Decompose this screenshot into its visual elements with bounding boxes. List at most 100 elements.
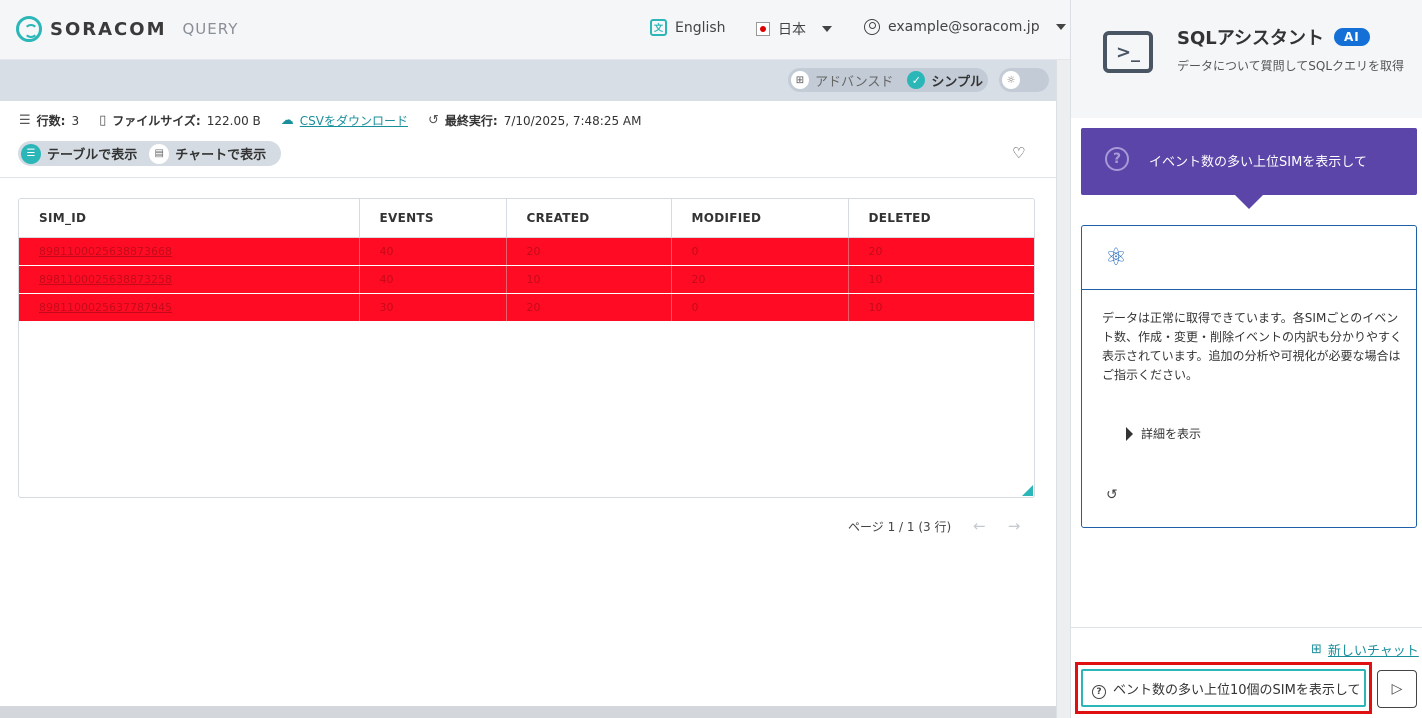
mode-simple-option[interactable]: ✓ シンプル [907, 71, 983, 90]
new-chat-link[interactable]: ⊞ 新しいチャット [1311, 640, 1419, 659]
show-details-toggle[interactable]: 詳細を表示 [1126, 425, 1201, 442]
heart-icon[interactable]: ♡ [1012, 144, 1025, 162]
cloud-download-icon: ☁ [280, 113, 294, 128]
table-cell: 20 [848, 237, 1034, 266]
main-area: SORACOM QUERY 文 English 日本 example@sorac… [0, 0, 1070, 718]
mode-toggle[interactable]: ⊞ アドバンスド ✓ シンプル [788, 68, 988, 92]
last-run: ↺ 最終実行: 7/10/2025, 7:48:25 AM [428, 112, 642, 129]
atom-icon: ⚛ [1105, 243, 1127, 271]
sun-icon: ☼ [1002, 71, 1020, 89]
caret-right-icon [1126, 426, 1133, 441]
file-icon: ▯ [99, 113, 107, 128]
chevron-down-icon [822, 26, 832, 32]
table-cell: 0 [671, 237, 849, 266]
vertical-scrollbar[interactable] [1056, 60, 1070, 718]
assistant-title: SQLアシスタント AI [1177, 24, 1370, 50]
language-label: English [675, 19, 726, 36]
bubble-tail [1235, 195, 1263, 209]
sql-assistant-panel: >_ SQLアシスタント AI データについて質問してSQLクエリを取得 ? イ… [1070, 0, 1422, 718]
logo-text: SORACOM [50, 18, 167, 40]
chevron-down-icon [1055, 24, 1066, 30]
product-label: QUERY [182, 20, 239, 38]
table-cell: 40 [359, 265, 507, 294]
question-icon: ? [1105, 147, 1129, 171]
language-selector[interactable]: 文 English [650, 19, 726, 36]
result-meta: ☰ 行数: 3 ▯ ファイルサイズ: 122.00 B ☁ CSVをダウンロード… [19, 112, 642, 129]
view-chart-option[interactable]: ▤ チャートで表示 [149, 143, 267, 164]
csv-download-link[interactable]: CSVをダウンロード [300, 112, 408, 129]
horizontal-scrollbar[interactable] [0, 706, 1056, 718]
send-icon: ▷ [1391, 681, 1403, 697]
table-cell: 10 [848, 265, 1034, 294]
pagination: ページ 1 / 1 (3 行) ← → [848, 517, 1020, 535]
filesize-value: 122.00 B [206, 113, 261, 128]
region-selector[interactable]: 日本 [756, 19, 832, 39]
history-icon[interactable]: ↺ [1106, 487, 1118, 503]
ai-badge: AI [1334, 28, 1370, 46]
assistant-header: >_ SQLアシスタント AI データについて質問してSQLクエリを取得 [1071, 0, 1422, 118]
rows-label: 行数: [36, 114, 66, 128]
file-size: ▯ ファイルサイズ: 122.00 B [99, 112, 261, 129]
chart-icon: ▤ [149, 143, 170, 164]
table-cell: 30 [359, 293, 507, 322]
mode-simple-label: シンプル [931, 74, 984, 90]
chat-input[interactable] [1081, 669, 1366, 707]
table-row[interactable]: 8981100025638873258 40 10 20 10 [19, 265, 1034, 294]
page-info: ページ 1 / 1 (3 行) [848, 519, 952, 534]
resize-handle[interactable] [1022, 485, 1033, 496]
question-icon: ? [1092, 685, 1106, 699]
sim-id-cell[interactable]: 8981100025638873258 [19, 265, 360, 294]
new-chat-icon: ⊞ [1311, 642, 1322, 657]
mode-advanced-option[interactable]: ⊞ アドバンスド [788, 71, 893, 90]
user-message-bubble: ? イベント数の多い上位SIMを表示して [1081, 128, 1417, 195]
last-run-label: 最終実行: [444, 114, 498, 128]
row-count: ☰ 行数: 3 [19, 112, 79, 129]
column-header[interactable]: DELETED [848, 199, 1034, 238]
csv-download[interactable]: ☁ CSVをダウンロード [281, 112, 408, 129]
view-table-label: テーブルで表示 [47, 148, 138, 163]
translate-icon: 文 [650, 19, 667, 36]
table-row[interactable]: 8981100025638873668 40 20 0 20 [19, 237, 1034, 266]
arrow-right-icon[interactable]: → [1008, 517, 1021, 535]
arrow-left-icon[interactable]: ← [973, 517, 986, 535]
table-cell: 40 [359, 237, 507, 266]
app-header: SORACOM QUERY 文 English 日本 example@sorac… [0, 0, 1070, 60]
user-message-text: イベント数の多い上位SIMを表示して [1149, 155, 1367, 170]
table-cell: 20 [671, 265, 849, 294]
history-icon: ↺ [427, 113, 439, 128]
terminal-icon: >_ [1103, 31, 1153, 73]
table-cell: 20 [506, 293, 672, 322]
sim-id-cell[interactable]: 8981100025637787945 [19, 293, 360, 322]
view-chart-label: チャートで表示 [175, 148, 267, 163]
view-table-option[interactable]: ☰ テーブルで表示 [18, 143, 138, 164]
sim-id-cell[interactable]: 8981100025638873668 [19, 237, 360, 266]
result-table: SIM_ID EVENTS CREATED MODIFIED DELETED 8… [19, 199, 1034, 322]
view-toggle[interactable]: ☰ テーブルで表示 ▤ チャートで表示 [18, 141, 281, 166]
theme-toggle[interactable]: ☼ [999, 68, 1049, 92]
mode-advanced-label: アドバンスド [815, 74, 894, 90]
chat-input-highlight: ? [1075, 662, 1372, 714]
user-icon [864, 19, 880, 35]
mode-bar: ⊞ アドバンスド ✓ シンプル ☼ [0, 60, 1056, 101]
column-header[interactable]: EVENTS [359, 199, 507, 238]
column-header[interactable]: CREATED [506, 199, 672, 238]
column-header[interactable]: SIM_ID [19, 199, 360, 238]
account-label: example@soracom.jp [888, 19, 1040, 35]
column-header[interactable]: MODIFIED [671, 199, 849, 238]
table-cell: 0 [671, 293, 849, 322]
table-cell: 10 [848, 293, 1034, 322]
account-menu[interactable]: example@soracom.jp [864, 19, 1066, 35]
table-row[interactable]: 8981100025637787945 30 20 0 10 [19, 293, 1034, 322]
soracom-logo[interactable]: SORACOM QUERY [16, 16, 238, 42]
assistant-subtitle: データについて質問してSQLクエリを取得 [1177, 59, 1405, 73]
send-button[interactable]: ▷ [1377, 670, 1417, 708]
last-run-value: 7/10/2025, 7:48:25 AM [503, 113, 642, 128]
table-cell: 10 [506, 265, 672, 294]
region-label: 日本 [778, 22, 806, 38]
table-header-row: SIM_ID EVENTS CREATED MODIFIED DELETED [19, 199, 1034, 238]
divider [0, 177, 1056, 178]
japan-flag-icon [756, 22, 770, 36]
divider [1082, 289, 1416, 290]
table-icon: ☰ [21, 143, 41, 164]
table-cell: 20 [506, 237, 672, 266]
